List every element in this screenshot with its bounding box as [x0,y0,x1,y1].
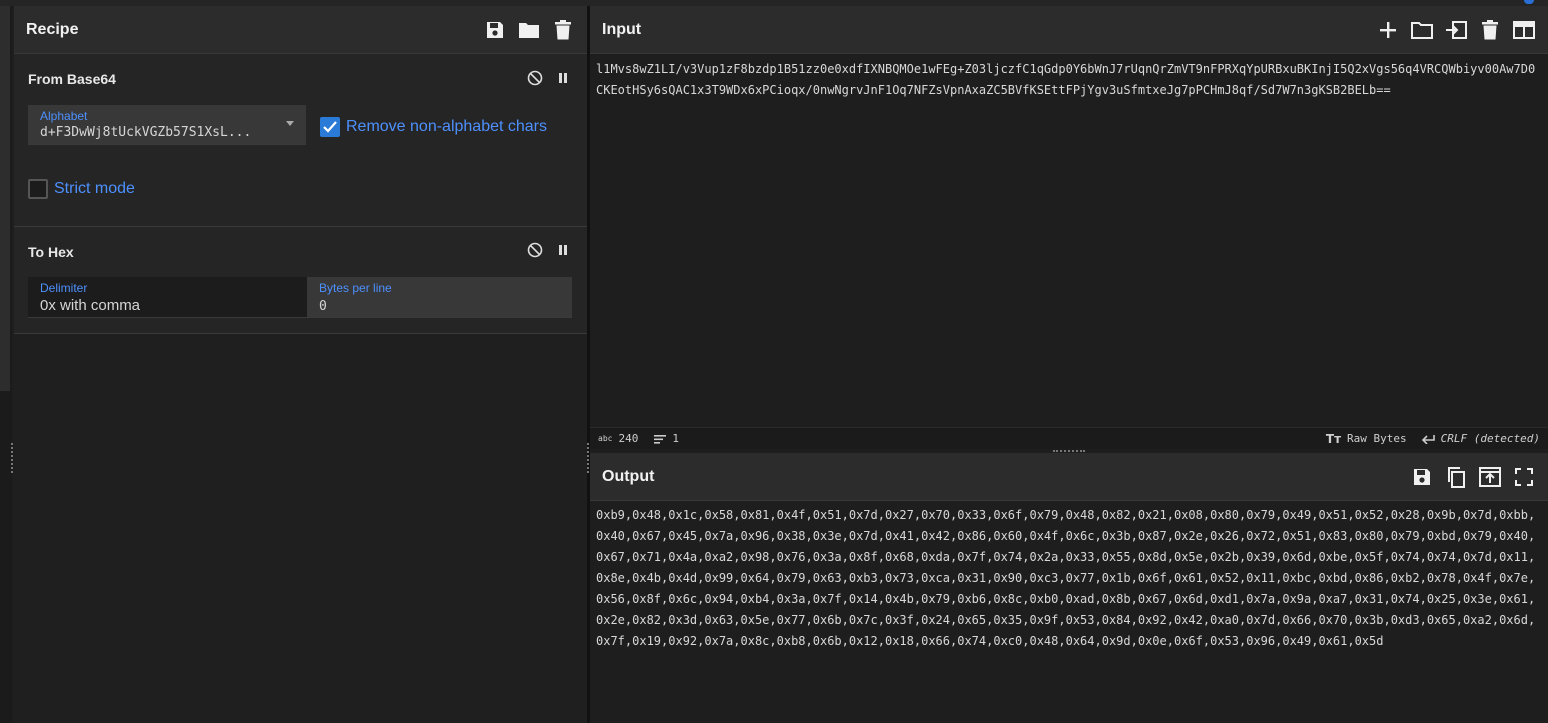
pause-icon [559,73,567,83]
output-textarea[interactable]: 0xb9,0x48,0x1c,0x58,0x81,0x4f,0x51,0x7d,… [590,501,1548,656]
save-recipe-button[interactable] [483,18,507,42]
io-resize-handle[interactable] [1053,450,1085,452]
copy-icon [1448,466,1465,488]
pause-operation-button[interactable] [555,70,571,86]
load-recipe-button[interactable] [517,18,541,42]
maximise-output-button[interactable] [1512,465,1536,489]
strict-mode-checkbox[interactable]: Strict mode [28,179,135,199]
bytes-per-line-input[interactable]: Bytes per line 0 [307,277,572,318]
checkbox-label: Remove non-alphabet chars [346,118,548,135]
field-label: Delimiter [40,281,88,295]
lines-indicator: 1 [654,432,679,445]
checkbox-box[interactable] [28,179,48,199]
disable-operation-button[interactable] [527,242,543,258]
trash-icon [1482,19,1498,39]
operation-to-hex: To Hex Delimiter 0x with comma Bytes per… [14,227,587,334]
clear-input-button[interactable] [1478,18,1502,42]
center-resize-handle[interactable] [587,443,589,473]
encoding-button[interactable]: Tт Raw Bytes [1326,432,1407,446]
operation-title: From Base64 [28,71,116,87]
input-title: Input [602,20,642,38]
replace-input-button[interactable] [1478,465,1502,489]
eol-label: CRLF (detected) [1440,432,1540,445]
save-icon [1414,468,1430,485]
field-label: Bytes per line [319,281,392,295]
reset-layout-button[interactable] [1512,18,1536,42]
checkbox-box[interactable] [320,117,340,137]
return-arrow-icon [1421,434,1435,444]
check-icon [323,121,337,133]
output-title: Output [602,467,655,485]
chevron-down-icon [286,121,294,126]
fullscreen-icon [1515,467,1533,486]
checkbox-label: Strict mode [54,180,135,197]
upload-icon [1479,466,1501,487]
disable-icon [527,70,543,86]
lines-icon [654,434,667,444]
input-textarea[interactable]: l1Mvs8wZ1LI/v3Vup1zF8bzdp1B51zz0e0xdfIXN… [590,55,1548,105]
folder-icon [519,22,539,38]
save-output-button[interactable] [1410,465,1434,489]
delimiter-select[interactable]: Delimiter 0x with comma [28,277,307,318]
add-tab-button[interactable] [1376,18,1400,42]
clear-recipe-button[interactable] [551,18,575,42]
pause-icon [559,245,567,255]
recipe-title: Recipe [26,20,79,38]
eol-button[interactable]: CRLF (detected) [1421,432,1540,446]
field-value: 0x with comma [40,297,141,314]
save-icon [487,21,503,38]
encoding-label: Raw Bytes [1347,432,1407,445]
length-value: 240 [618,432,639,445]
operation-from-base64: From Base64 Alphabet d+F3DwWj8tUckVGZb57… [14,54,587,227]
alphabet-select[interactable]: Alphabet d+F3DwWj8tUckVGZb57S1XsL... [28,105,306,145]
left-gutter [0,6,13,723]
field-value: 0 [319,299,327,314]
plus-icon [1380,21,1396,38]
disable-icon [527,242,543,258]
lines-value: 1 [672,432,679,445]
field-value: d+F3DwWj8tUckVGZb57S1XsL... [40,125,252,140]
output-header: Output [590,453,1548,501]
operation-title: To Hex [28,244,74,260]
remove-non-alphabet-checkbox[interactable]: Remove non-alphabet chars [320,117,547,137]
import-icon [1446,20,1467,39]
disable-operation-button[interactable] [527,70,543,86]
input-panel: Input l1Mvs8wZ1LI/v3Vup1zF8bzdp1B51zz0e0… [590,6,1548,451]
trash-icon [555,19,571,39]
top-indicator [1524,0,1534,4]
left-resize-handle[interactable] [11,443,13,473]
input-header: Input [590,6,1548,54]
open-folder-button[interactable] [1444,18,1468,42]
layout-icon [1513,20,1535,39]
length-indicator: abc 240 [598,432,638,445]
recipe-panel: Recipe From Base64 Alphabet d+F3DwWj8tUc… [14,6,587,723]
pause-operation-button[interactable] [555,242,571,258]
text-format-icon: Tт [1325,431,1342,446]
folder-icon [1411,21,1433,39]
input-status-bar: abc 240 1 Tт Raw Bytes CRLF (detected) [590,427,1548,449]
field-label: Alphabet [40,109,88,123]
length-icon: abc [598,434,613,443]
recipe-header: Recipe [14,6,587,54]
output-panel: Output 0xb9,0x48,0x1c,0x58,0x81,0x4f,0x5… [590,453,1548,723]
copy-output-button[interactable] [1444,465,1468,489]
operations-panel-edge [0,6,10,391]
open-file-button[interactable] [1410,18,1434,42]
